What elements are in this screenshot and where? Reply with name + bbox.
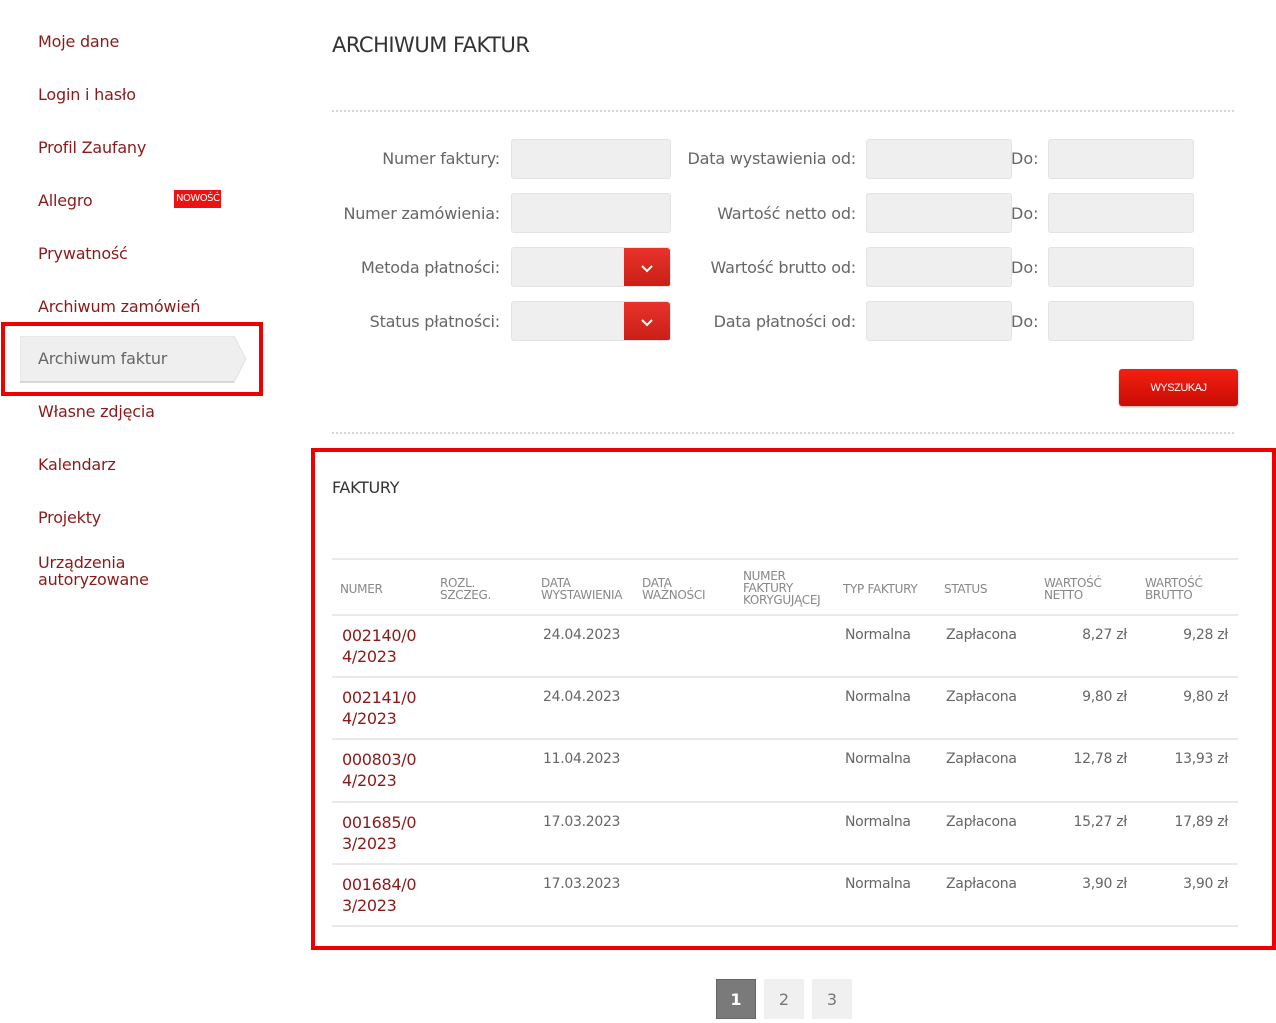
issue-date-from-label: Data wystawienia od: xyxy=(687,149,857,168)
table-row: 000803/04/2023 11.04.2023 Normalna Zapłacon… xyxy=(332,738,1238,803)
issue-date-from-input[interactable] xyxy=(866,139,1012,179)
table-row: 002140/04/2023 24.04.2023 Normalna Zapłacon… xyxy=(332,614,1238,679)
cell-issue-date: 11.04.2023 xyxy=(543,751,621,768)
invoices-section-title: FAKTURY xyxy=(332,478,400,497)
column-header-due-date[interactable]: DATA WAŻNOŚCI xyxy=(642,577,722,601)
chevron-down-icon[interactable] xyxy=(624,248,670,286)
cell-invoice-type: Normalna xyxy=(845,627,911,643)
cell-invoice-type: Normalna xyxy=(845,875,911,892)
page-1-button[interactable]: 1 xyxy=(716,979,756,1019)
page-title: ARCHIWUM FAKTUR xyxy=(332,33,530,57)
cell-invoice-type: Normalna xyxy=(845,813,911,830)
sidebar-item-moje-dane[interactable]: Moje dane xyxy=(38,33,119,51)
cell-invoice-type: Normalna xyxy=(845,689,911,706)
order-number-label: Numer zamówienia: xyxy=(343,204,500,223)
cell-issue-date: 17.03.2023 xyxy=(543,813,621,830)
cell-gross-value: 13,93 zł xyxy=(1174,751,1229,768)
row-divider xyxy=(332,924,1238,927)
payment-date-from-label: Data płatności od: xyxy=(713,312,857,331)
invoice-number-link[interactable]: 000803/04/2023 xyxy=(342,749,424,791)
cell-net-value: 8,27 zł xyxy=(1082,627,1127,643)
sidebar-item-kalendarz[interactable]: Kalendarz xyxy=(38,456,116,474)
column-header-issue-date[interactable]: DATA WYSTAWIENIA xyxy=(541,577,636,601)
payment-date-to-label: Do: xyxy=(1011,312,1039,331)
cell-gross-value: 9,80 zł xyxy=(1183,689,1228,706)
payment-method-label: Metoda płatności: xyxy=(360,258,500,277)
payment-date-to-input[interactable] xyxy=(1048,301,1194,341)
issue-date-to-input[interactable] xyxy=(1048,139,1194,179)
sidebar-item-wlasne-zdjecia[interactable]: Własne zdjęcia xyxy=(38,403,155,421)
table-row: 001685/03/2023 17.03.2023 Normalna Zapłacon… xyxy=(332,801,1238,865)
net-value-to-label: Do: xyxy=(1011,204,1039,223)
search-button[interactable]: WYSZUKAJ xyxy=(1119,369,1238,406)
column-header-details[interactable]: ROZL. SZCZEG. xyxy=(440,577,510,601)
gross-value-from-label: Wartość brutto od: xyxy=(710,258,857,277)
cell-invoice-type: Normalna xyxy=(845,751,911,768)
gross-value-to-input[interactable] xyxy=(1048,247,1194,287)
invoice-number-link[interactable]: 002141/04/2023 xyxy=(342,687,424,729)
cell-net-value: 12,78 zł xyxy=(1073,751,1128,768)
cell-status: Zapłacona xyxy=(946,813,1017,830)
payment-status-label: Status płatności: xyxy=(369,312,501,331)
column-header-status[interactable]: STATUS xyxy=(944,583,988,595)
column-header-invoice-type[interactable]: TYP FAKTURY xyxy=(843,583,918,595)
column-header-number[interactable]: NUMER xyxy=(340,583,383,595)
column-header-correction-number[interactable]: NUMER FAKTURY KORYGUJĄCEJ xyxy=(743,570,833,606)
sidebar-item-archiwum-faktur[interactable]: Archiwum faktur xyxy=(20,336,247,383)
gross-value-from-input[interactable] xyxy=(866,247,1012,287)
net-value-from-input[interactable] xyxy=(866,193,1012,233)
column-header-net-value[interactable]: WARTOŚĆ NETTO xyxy=(1044,577,1114,601)
invoice-number-link[interactable]: 001684/03/2023 xyxy=(342,874,424,916)
sidebar-item-urzadzenia-autoryzowane[interactable]: Urządzenia autoryzowane xyxy=(38,554,168,588)
table-border xyxy=(332,558,1238,560)
divider xyxy=(332,432,1234,434)
cell-status: Zapłacona xyxy=(946,751,1017,768)
column-header-gross-value[interactable]: WARTOŚĆ BRUTTO xyxy=(1145,577,1215,601)
sidebar-item-label: Archiwum faktur xyxy=(38,349,168,368)
invoice-number-link[interactable]: 002140/04/2023 xyxy=(342,625,424,667)
cell-status: Zapłacona xyxy=(946,875,1017,892)
cell-status: Zapłacona xyxy=(946,689,1017,706)
sidebar-item-allegro[interactable]: Allegro xyxy=(38,192,93,210)
payment-method-select[interactable] xyxy=(511,247,671,287)
payment-date-from-input[interactable] xyxy=(866,301,1012,341)
table-row: 001684/03/2023 17.03.2023 Normalna Zapłacon… xyxy=(332,863,1238,927)
new-badge: NOWOŚĆ xyxy=(174,190,222,208)
sidebar-item-login-haslo[interactable]: Login i hasło xyxy=(38,86,136,104)
chevron-down-icon[interactable] xyxy=(624,302,670,340)
sidebar-item-projekty[interactable]: Projekty xyxy=(38,509,101,527)
divider xyxy=(332,110,1234,112)
cell-status: Zapłacona xyxy=(946,627,1017,643)
table-row: 002141/04/2023 24.04.2023 Normalna Zapłacon… xyxy=(332,676,1238,741)
page-2-button[interactable]: 2 xyxy=(764,979,804,1019)
issue-date-to-label: Do: xyxy=(1011,149,1039,168)
sidebar-item-prywatnosc[interactable]: Prywatność xyxy=(38,245,128,263)
gross-value-to-label: Do: xyxy=(1011,258,1039,277)
invoice-number-label: Numer faktury: xyxy=(382,149,500,168)
cell-net-value: 15,27 zł xyxy=(1073,813,1128,830)
cell-gross-value: 3,90 zł xyxy=(1183,875,1228,892)
sidebar-item-profil-zaufany[interactable]: Profil Zaufany xyxy=(38,139,146,157)
net-value-from-label: Wartość netto od: xyxy=(717,204,856,223)
payment-status-select[interactable] xyxy=(511,301,671,341)
cell-gross-value: 9,28 zł xyxy=(1183,627,1228,643)
invoice-number-input[interactable] xyxy=(511,139,671,179)
order-number-input[interactable] xyxy=(511,193,671,233)
cell-net-value: 3,90 zł xyxy=(1082,875,1127,892)
cell-gross-value: 17,89 zł xyxy=(1174,813,1229,830)
invoice-number-link[interactable]: 001685/03/2023 xyxy=(342,812,424,854)
pagination: 1 2 3 xyxy=(716,979,852,1019)
page-3-button[interactable]: 3 xyxy=(812,979,852,1019)
cell-issue-date: 24.04.2023 xyxy=(543,627,621,643)
cell-issue-date: 17.03.2023 xyxy=(543,875,621,892)
cell-issue-date: 24.04.2023 xyxy=(543,689,621,706)
net-value-to-input[interactable] xyxy=(1048,193,1194,233)
sidebar-item-archiwum-zamowien[interactable]: Archiwum zamówień xyxy=(38,298,200,316)
cell-net-value: 9,80 zł xyxy=(1082,689,1127,706)
